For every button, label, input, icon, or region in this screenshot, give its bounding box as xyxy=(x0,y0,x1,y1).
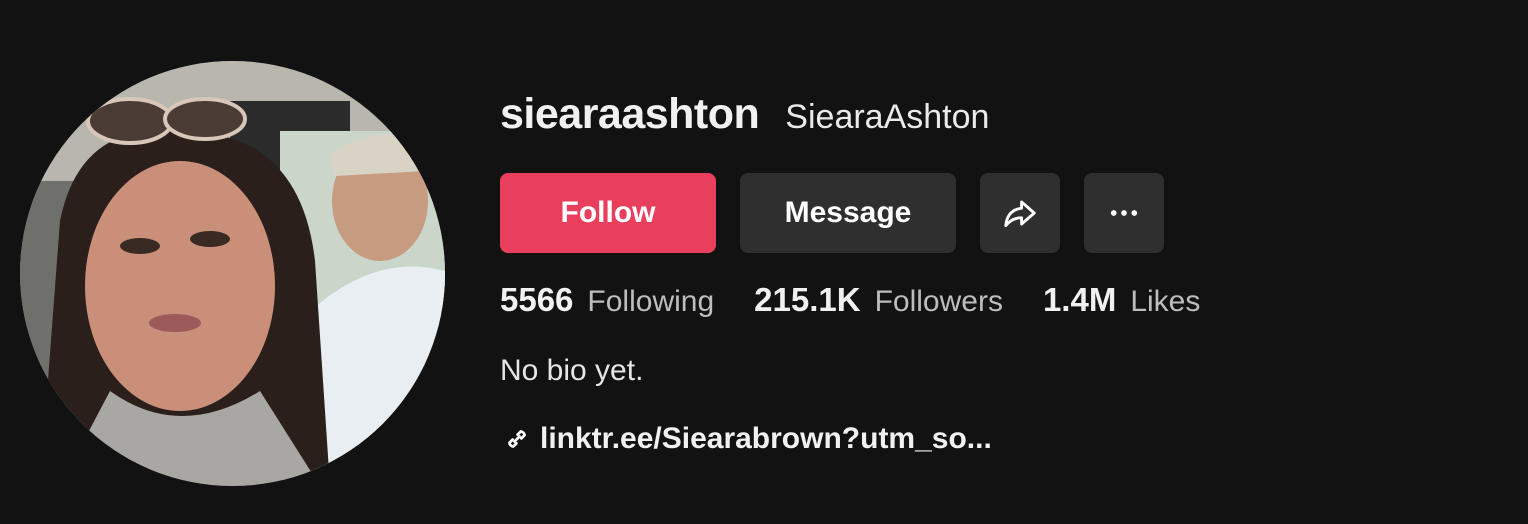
following-count: 5566 xyxy=(500,281,574,318)
followers-label: Followers xyxy=(874,285,1003,318)
likes-count: 1.4M xyxy=(1042,281,1117,318)
profile-avatar[interactable] xyxy=(20,61,445,486)
profile-info: siearaashton SiearaAshton Follow Message… xyxy=(500,90,1500,455)
stat-following[interactable]: 5566 Following xyxy=(500,281,714,319)
username: siearaashton xyxy=(500,90,760,138)
more-icon xyxy=(1110,210,1138,216)
follow-button[interactable]: Follow xyxy=(500,173,716,253)
share-button[interactable] xyxy=(980,173,1060,253)
nickname: SiearaAshton xyxy=(785,98,990,136)
stat-likes: 1.4M Likes xyxy=(1043,281,1200,319)
profile-link[interactable]: linktr.ee/Siearabrown?utm_so... xyxy=(502,422,992,456)
profile-stats: 5566 Following 215.1K Followers 1.4M Lik… xyxy=(500,281,1240,319)
profile-actions: Follow Message xyxy=(500,173,1164,253)
stat-followers[interactable]: 215.1K Followers xyxy=(754,281,1003,319)
message-button[interactable]: Message xyxy=(740,173,956,253)
followers-count: 215.1K xyxy=(754,281,861,318)
following-label: Following xyxy=(587,285,715,318)
profile-names: siearaashton SiearaAshton xyxy=(500,90,1500,150)
profile-bio: No bio yet. xyxy=(500,354,644,387)
profile-link-text: linktr.ee/Siearabrown?utm_so... xyxy=(540,422,992,455)
likes-label: Likes xyxy=(1130,285,1201,318)
share-icon xyxy=(1004,200,1036,228)
link-icon xyxy=(508,430,526,448)
more-button[interactable] xyxy=(1084,173,1164,253)
